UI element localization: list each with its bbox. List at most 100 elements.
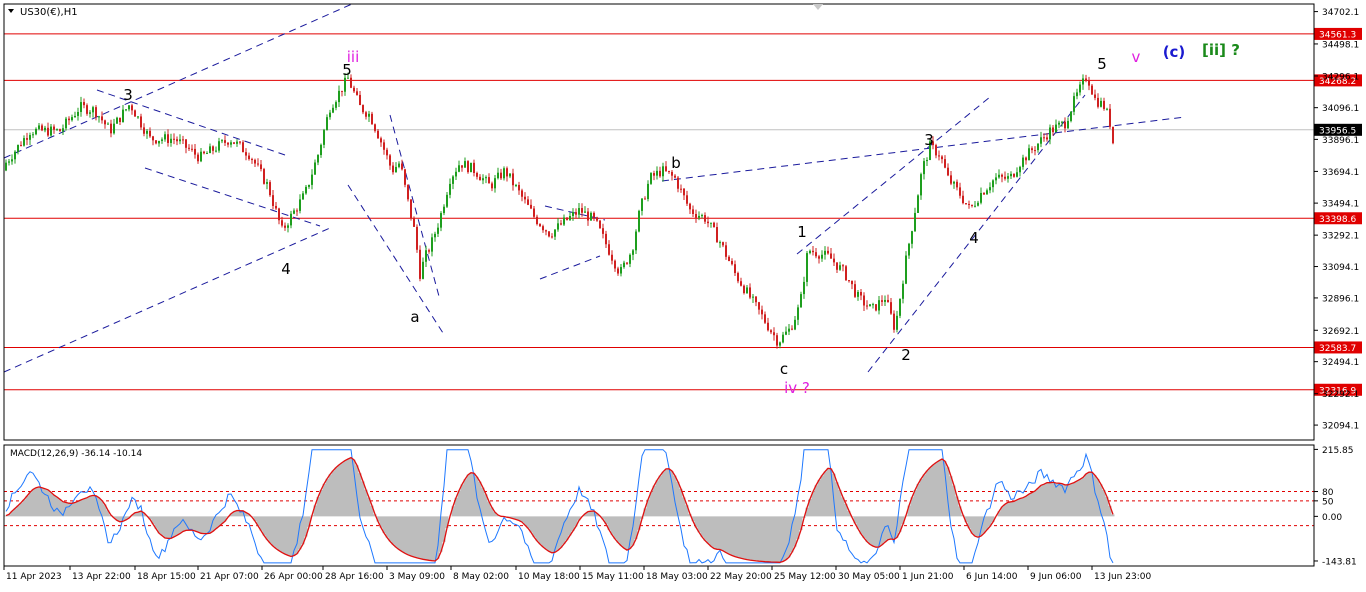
candle-body <box>74 115 76 118</box>
candle-body <box>176 139 178 142</box>
current-price-label: 33956.5 <box>1319 126 1356 136</box>
candle-body <box>281 220 283 226</box>
candle-body <box>293 210 295 214</box>
symbol-dropdown-icon[interactable] <box>8 9 14 13</box>
candle-body <box>566 217 568 220</box>
candle-body <box>407 184 409 200</box>
candle-body <box>536 216 538 225</box>
candle-body <box>941 156 943 160</box>
candle-body <box>263 169 265 184</box>
candle-body <box>719 242 721 244</box>
candle-body <box>89 112 91 114</box>
candle-body <box>989 187 991 191</box>
candle-body <box>254 159 256 164</box>
candle-body <box>521 190 523 197</box>
candle-body <box>227 142 229 145</box>
candle-body <box>440 213 442 228</box>
candle-body <box>389 155 391 166</box>
candle-body <box>707 221 709 224</box>
candle-body <box>779 342 781 346</box>
candle-body <box>1073 96 1075 112</box>
candle-body <box>770 330 772 333</box>
candle-body <box>809 250 811 254</box>
candle-body <box>161 139 163 141</box>
candle-body <box>485 177 487 179</box>
candle-body <box>431 237 433 252</box>
wave-label: 2 <box>901 346 911 364</box>
wave-label: 3 <box>123 86 133 104</box>
candle-body <box>845 266 847 281</box>
candle-body <box>863 295 865 306</box>
candle-body <box>197 154 199 162</box>
candle-body <box>113 123 115 134</box>
candle-body <box>1004 176 1006 179</box>
candle-body <box>233 142 235 144</box>
candle-body <box>992 180 994 188</box>
candle-body <box>95 107 97 118</box>
wave-label: iii <box>347 48 360 66</box>
candle-body <box>14 151 16 160</box>
candle-body <box>62 128 64 132</box>
candle-body <box>554 229 556 237</box>
candle-body <box>1112 126 1114 144</box>
candle-body <box>269 182 271 196</box>
candle-body <box>998 174 1000 178</box>
candle-body <box>614 260 616 269</box>
candle-body <box>335 102 337 108</box>
candle-body <box>653 173 655 176</box>
candle-body <box>983 192 985 195</box>
candle-body <box>350 77 352 88</box>
candle-body <box>413 218 415 227</box>
candle-body <box>629 254 631 264</box>
candle-body <box>1061 121 1063 123</box>
elliott-trendline <box>3 227 331 373</box>
candle-body <box>218 141 220 151</box>
candle-body <box>764 314 766 323</box>
candle-body <box>1007 176 1009 179</box>
candle-body <box>698 215 700 218</box>
candle-body <box>1079 84 1081 93</box>
candle-body <box>914 212 916 232</box>
candle-body <box>806 253 808 282</box>
y-tick-label: 33694.1 <box>1322 168 1359 178</box>
candle-body <box>32 134 34 136</box>
candle-body <box>92 107 94 113</box>
candle-body <box>923 161 925 175</box>
x-tick-label: 9 Jun 06:00 <box>1030 572 1082 582</box>
candle-body <box>212 146 214 151</box>
chart-canvas[interactable]: 34561.334268.233398.632583.732316.933956… <box>0 0 1366 588</box>
wave-label: iv ? <box>784 379 810 397</box>
candle-body <box>497 172 499 179</box>
candle-body <box>842 265 844 267</box>
candle-body <box>872 304 874 306</box>
candle-body <box>803 281 805 295</box>
candle-body <box>638 210 640 232</box>
candle-body <box>248 155 250 160</box>
candle-body <box>71 117 73 121</box>
y-tick-label: 34498.1 <box>1322 40 1359 50</box>
candle-body <box>1067 120 1069 129</box>
candle-body <box>1028 148 1030 161</box>
candle-body <box>473 162 475 173</box>
x-tick-label: 22 May 20:00 <box>710 572 772 582</box>
candle-body <box>380 138 382 143</box>
candle-body <box>530 204 532 209</box>
candle-body <box>575 212 577 215</box>
candle-body <box>596 217 598 221</box>
level-price-label: 33398.6 <box>1319 215 1356 225</box>
candle-body <box>206 153 208 155</box>
candle-body <box>344 77 346 92</box>
candle-body <box>608 244 610 255</box>
candle-body <box>812 250 814 253</box>
x-tick-label: 15 May 11:00 <box>582 572 644 582</box>
candle-body <box>935 145 937 156</box>
candle-body <box>908 243 910 256</box>
candle-body <box>17 144 19 152</box>
x-tick-label: 18 Apr 15:00 <box>137 572 196 582</box>
chart-window[interactable]: 34561.3 34268.2 33398.6 32583.7 32316.9 33956… <box>0 0 1366 588</box>
candle-body <box>1097 97 1099 107</box>
candle-body <box>404 169 406 185</box>
candle-body <box>461 165 463 168</box>
candle-body <box>761 309 763 315</box>
elliott-trendline <box>539 255 601 280</box>
